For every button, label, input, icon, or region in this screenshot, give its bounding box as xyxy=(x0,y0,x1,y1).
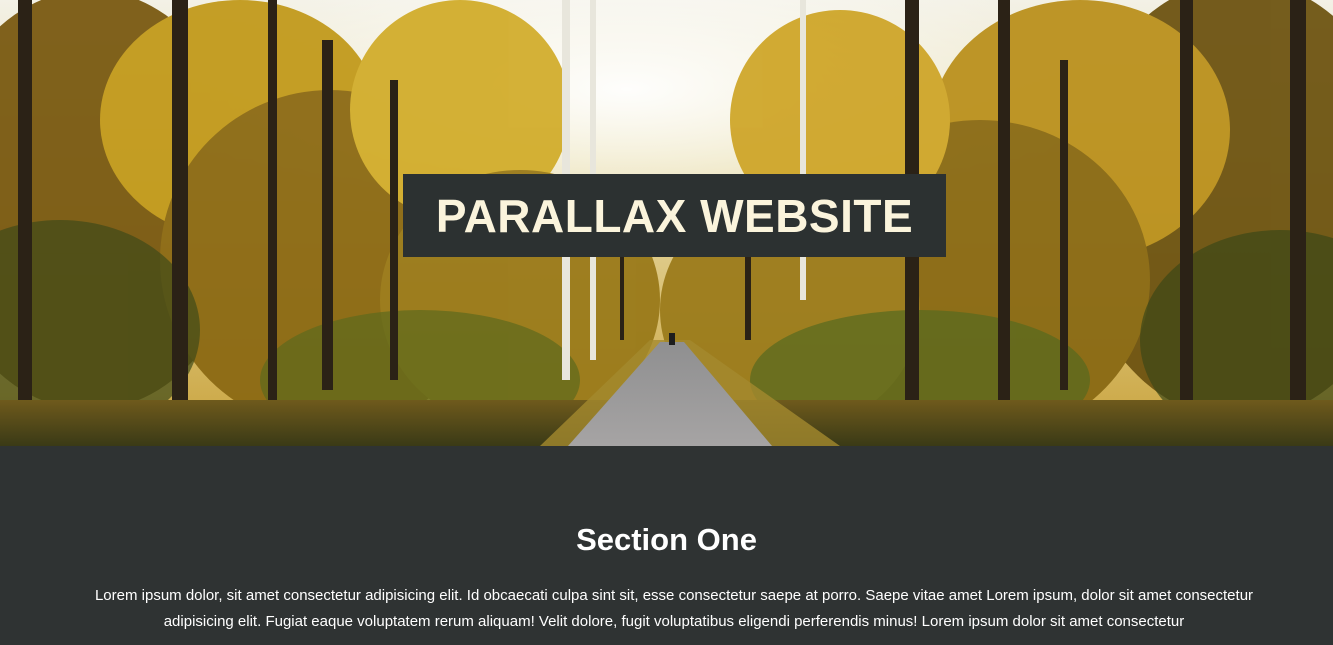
hero-banner: PARALLAX WEBSITE xyxy=(0,0,1333,446)
section-title: Section One xyxy=(576,522,757,557)
hero-title-box: PARALLAX WEBSITE xyxy=(403,174,946,257)
section-body-text: Lorem ipsum dolor, sit amet consectetur … xyxy=(94,587,1254,630)
section-one: Section One Lorem ipsum dolor, sit amet … xyxy=(0,446,1333,645)
hero-title: PARALLAX WEBSITE xyxy=(435,189,914,242)
